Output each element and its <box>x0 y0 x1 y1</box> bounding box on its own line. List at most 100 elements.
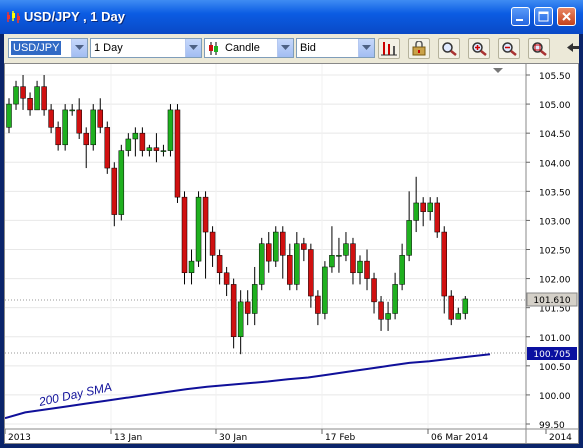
date-tick-label: 06 Mar 2014 <box>431 433 488 443</box>
chevron-down-icon[interactable] <box>358 39 374 57</box>
candle <box>244 290 251 326</box>
chart-app-icon <box>7 11 20 23</box>
candle-body <box>111 167 118 215</box>
candle <box>273 226 279 267</box>
price-tick-label: 105.00 <box>539 101 571 111</box>
candle <box>202 191 209 279</box>
candle-body <box>336 255 342 257</box>
candle <box>350 237 356 285</box>
candle <box>216 249 223 285</box>
zoom-in-button[interactable] <box>468 38 490 59</box>
price-chart[interactable]: 200 Day SMA 105.50105.00104.50104.00103.… <box>5 64 578 443</box>
candle-body <box>97 109 104 128</box>
current-price-label: 101.610 <box>533 296 570 306</box>
price-tick-label: 100.50 <box>539 363 571 373</box>
candle <box>167 104 174 157</box>
candle-body <box>343 243 349 256</box>
candle <box>188 249 195 285</box>
candle <box>392 272 398 320</box>
candle <box>455 307 462 320</box>
minimize-button[interactable] <box>511 7 530 26</box>
candle <box>69 104 75 116</box>
chart-mode-button[interactable] <box>378 38 400 59</box>
period-select[interactable]: 1 Day <box>90 38 202 58</box>
lock-icon <box>412 41 426 56</box>
candle-body <box>294 243 300 285</box>
lock-button[interactable] <box>408 38 430 59</box>
zoom-out-button[interactable] <box>498 38 520 59</box>
candle <box>48 104 54 134</box>
candle-body <box>13 86 19 105</box>
candle <box>294 232 300 291</box>
chevron-down-icon[interactable] <box>277 39 293 57</box>
price-axis: 105.50 105.00 104.50 104.00 103.50 103.00 102.… <box>526 72 571 431</box>
candle-body <box>125 138 132 151</box>
candle-body <box>209 231 216 256</box>
candle-body <box>455 313 462 320</box>
price-side-select[interactable]: Bid <box>296 38 375 58</box>
arrow-left-icon <box>567 43 579 52</box>
chart-window: USD/JPY , 1 Day USD/JPY 1 Day Candle Bid <box>0 0 583 448</box>
candle-body <box>83 132 89 146</box>
candle-body <box>118 150 125 215</box>
candle-body <box>104 127 111 169</box>
scroll-marker-icon <box>493 68 503 73</box>
price-tick-label: 102.50 <box>539 247 571 257</box>
candle-body <box>441 231 447 297</box>
sma-price-label: 100.705 <box>533 350 570 360</box>
candle-body <box>406 220 412 256</box>
candle-body <box>420 202 426 212</box>
title-bar[interactable]: USD/JPY , 1 Day <box>0 0 583 34</box>
price-side-value: Bid <box>300 42 316 54</box>
maximize-button[interactable] <box>534 7 553 26</box>
chart-area[interactable]: 200 Day SMA 105.50 105.00 104.50 104.00 103.… <box>4 63 579 444</box>
candle-body <box>195 196 202 262</box>
candle <box>174 104 181 203</box>
date-tick-label: 2014 <box>549 433 572 443</box>
maximize-icon <box>538 11 549 22</box>
candle-body <box>251 284 258 314</box>
zoom-out-icon <box>502 42 517 56</box>
candle <box>406 191 412 262</box>
candle-body <box>230 284 237 337</box>
candle <box>280 226 286 279</box>
candle <box>62 104 68 151</box>
candle-body <box>76 109 82 134</box>
candle <box>34 80 40 111</box>
chart-type-select[interactable]: Candle <box>204 38 294 58</box>
candle <box>364 249 370 291</box>
chart-toolbar: USD/JPY 1 Day Candle Bid <box>4 34 579 64</box>
candle-body <box>20 86 26 99</box>
candle <box>413 176 419 233</box>
candle-body <box>62 109 68 146</box>
date-tick-label: 13 Jan <box>114 433 142 443</box>
candle-body <box>280 231 286 256</box>
candle-body <box>371 278 377 303</box>
candle <box>385 301 391 331</box>
candle-body <box>378 301 384 320</box>
price-tick-label: 104.50 <box>539 130 571 140</box>
candle <box>13 80 19 110</box>
chart-grid <box>5 64 526 429</box>
scroll-left-button[interactable] <box>564 38 579 59</box>
candle <box>357 255 363 285</box>
candle-body <box>244 301 251 314</box>
candles <box>6 75 469 355</box>
date-axis: 2013 13 Jan 30 Jan 17 Feb 06 Mar 2014 2014 <box>5 429 572 443</box>
close-button[interactable] <box>557 7 576 26</box>
zoom-fit-button[interactable] <box>528 38 550 59</box>
candle-body <box>308 249 314 297</box>
candle-body <box>258 243 265 285</box>
candle <box>181 191 188 285</box>
candle <box>195 191 202 267</box>
chevron-down-icon[interactable] <box>71 39 87 57</box>
instrument-select[interactable]: USD/JPY <box>8 38 88 58</box>
candle <box>378 296 384 331</box>
zoom-button[interactable] <box>438 38 460 59</box>
chevron-down-icon[interactable] <box>185 39 201 57</box>
candle-body <box>322 266 328 314</box>
candle <box>139 127 146 157</box>
candle-body <box>153 147 160 151</box>
candle-body <box>357 260 363 274</box>
candle-body <box>90 109 96 146</box>
